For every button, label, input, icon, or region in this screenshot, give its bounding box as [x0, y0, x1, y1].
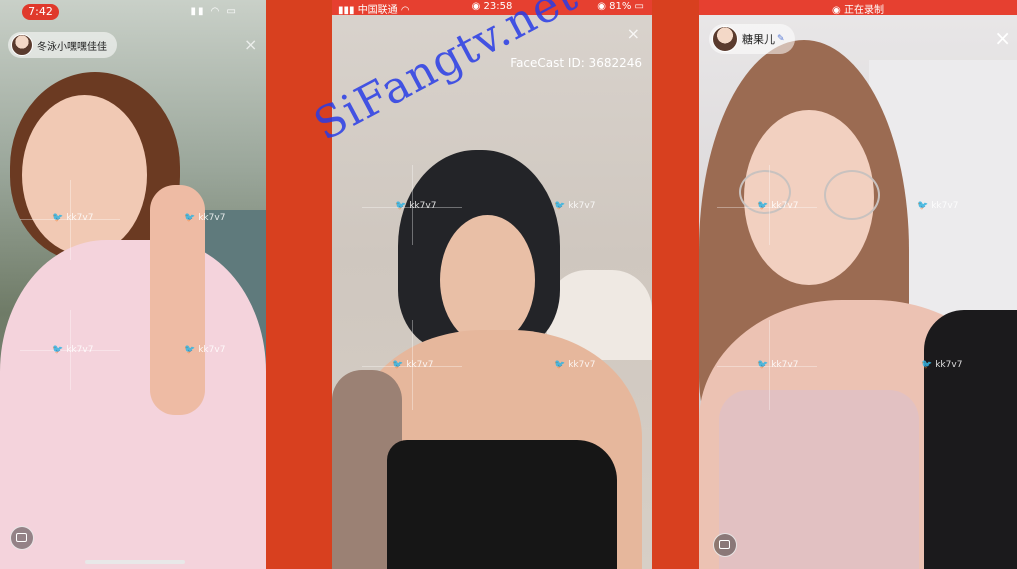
- chat-icon[interactable]: [713, 533, 737, 557]
- person-body: [0, 240, 266, 569]
- watermark-text: kk7v7: [66, 345, 94, 355]
- avatar[interactable]: [712, 26, 738, 52]
- watermark: 🐦 kk7v7: [917, 201, 959, 211]
- recording-text: 正在录制: [843, 5, 884, 16]
- black-jacket: [924, 310, 1017, 569]
- close-icon[interactable]: ×: [627, 24, 640, 44]
- watermark-text: kk7v7: [568, 360, 596, 370]
- avatar[interactable]: [11, 34, 33, 56]
- person-face: [440, 215, 535, 345]
- watermark-text: kk7v7: [198, 345, 226, 355]
- watermark-text: kk7v7: [935, 360, 963, 370]
- watermark: 🐦 kk7v7: [52, 213, 94, 223]
- pink-top: [719, 390, 919, 569]
- watermark: 🐦 kk7v7: [757, 360, 799, 370]
- watermark-text: kk7v7: [198, 213, 226, 223]
- host-info-pill[interactable]: 糖果儿 ✎: [709, 24, 795, 54]
- badge-icon: ✎: [777, 34, 785, 44]
- watermark: 🐦 kk7v7: [554, 201, 596, 211]
- battery-text: 81%: [609, 1, 632, 12]
- battery-label: ◉ 81% ▭: [597, 1, 644, 12]
- live-stream-panel-1: 7:42 ▮▮ ◠ ▭ 冬泳小嘿嘿佳佳 × 🐦 kk7v7 🐦 kk7v7 🐦 kk7…: [0, 0, 266, 569]
- host-name: 糖果儿: [742, 33, 775, 46]
- black-top: [387, 440, 617, 569]
- close-icon[interactable]: ×: [994, 28, 1011, 48]
- watermark: 🐦 kk7v7: [395, 201, 437, 211]
- watermark-text: kk7v7: [406, 360, 434, 370]
- watermark-text: kk7v7: [771, 201, 799, 211]
- person-face: [22, 95, 147, 255]
- glasses-right: [824, 170, 880, 220]
- home-indicator: [85, 560, 185, 564]
- status-icons: ▮▮ ◠ ▭: [190, 6, 238, 17]
- live-stream-panel-3: ◉ 正在录制 糖果儿 ✎ × 🐦 kk7v7 🐦 kk7v7 🐦 kk7v7 🐦 kk7…: [699, 0, 1017, 569]
- watermark-text: kk7v7: [931, 201, 959, 211]
- watermark: 🐦 kk7v7: [184, 345, 226, 355]
- watermark-text: kk7v7: [409, 201, 437, 211]
- chat-icon[interactable]: [10, 526, 34, 550]
- recording-label: ◉ 正在录制: [832, 5, 884, 16]
- facecast-id: FaceCast ID: 3682246: [510, 56, 642, 70]
- close-icon[interactable]: ×: [244, 35, 257, 55]
- watermark-text: kk7v7: [771, 360, 799, 370]
- watermark: 🐦 kk7v7: [921, 360, 963, 370]
- watermark: 🐦 kk7v7: [757, 201, 799, 211]
- watermark: 🐦 kk7v7: [184, 213, 226, 223]
- status-time: 7:42: [22, 4, 59, 20]
- watermark: 🐦 kk7v7: [392, 360, 434, 370]
- watermark: 🐦 kk7v7: [554, 360, 596, 370]
- host-name: 冬泳小嘿嘿佳佳: [37, 41, 107, 53]
- watermark-text: kk7v7: [66, 213, 94, 223]
- host-info-pill[interactable]: 冬泳小嘿嘿佳佳: [8, 32, 117, 58]
- watermark: 🐦 kk7v7: [52, 345, 94, 355]
- status-bar: ◉ 正在录制: [699, 0, 1017, 16]
- watermark-text: kk7v7: [568, 201, 596, 211]
